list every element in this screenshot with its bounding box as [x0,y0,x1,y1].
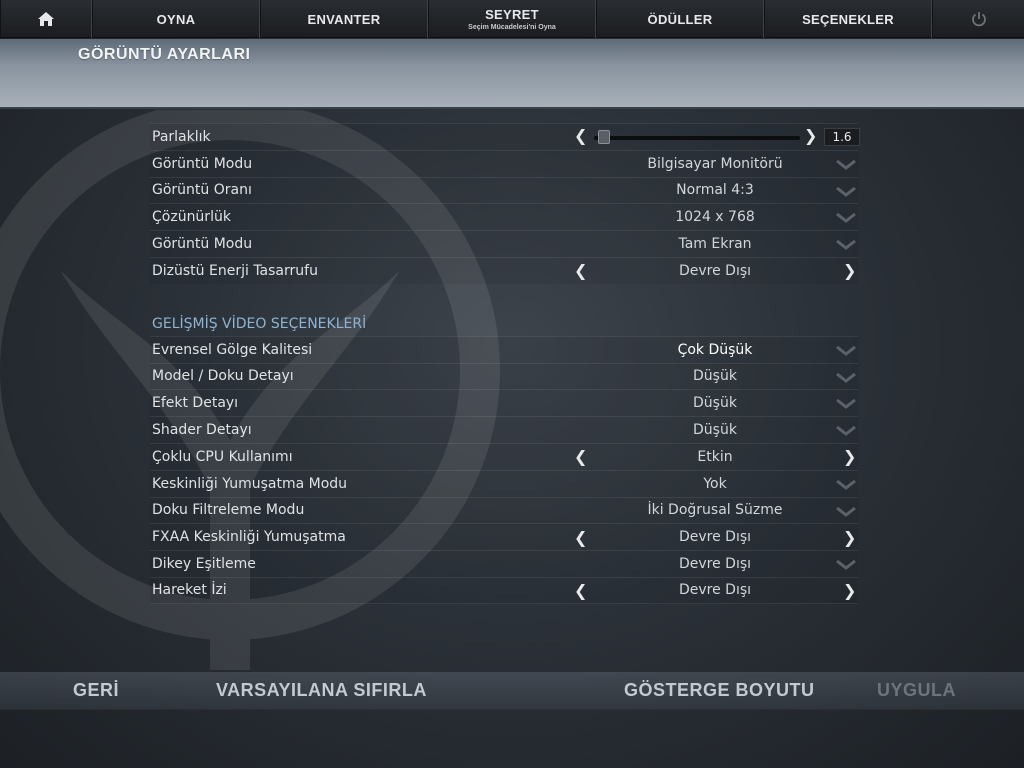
setting-vsync[interactable]: Dikey Eşitleme Devre Dışı [150,550,858,577]
slider-track[interactable] [594,136,800,140]
setting-label: Hareket İzi [152,582,227,599]
advanced-section-heading: GELİŞMİŞ VİDEO SEÇENEKLERİ [152,315,367,332]
apply-button[interactable]: UYGULA [877,680,956,701]
setting-value: 1024 x 768 [675,209,755,226]
chevron-down-icon[interactable] [836,186,856,197]
setting-label: Görüntü Modu [152,155,253,172]
nav-inventory[interactable]: ENVANTER [260,0,428,38]
page-title: GÖRÜNTÜ AYARLARI [78,46,251,63]
chevron-left-icon[interactable]: ❮ [574,126,587,145]
setting-shader-detail[interactable]: Shader Detayı Düşük [150,416,858,443]
setting-antialiasing-mode[interactable]: Keskinliği Yumuşatma Modu Yok [150,469,858,497]
setting-value: Düşük [693,422,737,439]
setting-laptop-power[interactable]: Dizüstü Enerji Tasarrufu ❮ Devre Dışı ❯ [150,256,858,284]
setting-label: Shader Detayı [152,422,252,439]
setting-shadow-quality[interactable]: Evrensel Gölge Kalitesi Çok Düşük [150,335,858,363]
chevron-right-icon[interactable]: ❯ [804,126,817,145]
setting-value: İki Doğrusal Süzme [647,502,783,519]
setting-brightness: Parlaklık ❮ ❯ 1.6 [150,123,860,150]
back-button[interactable]: GERİ [73,680,119,701]
setting-display-mode[interactable]: Görüntü Modu Bilgisayar Monitörü [150,149,858,177]
setting-value: Düşük [693,395,737,412]
setting-label: Keskinliği Yumuşatma Modu [152,475,348,492]
setting-multicore-rendering[interactable]: Çoklu CPU Kullanımı ❮ Etkin ❯ [150,442,858,470]
setting-label: Evrensel Gölge Kalitesi [152,341,313,358]
nav-watch-sublabel: Seçim Mücadelesi'ni Oyna [468,24,556,31]
setting-value: Yok [703,475,727,492]
setting-motion-blur[interactable]: Hareket İzi ❮ Devre Dışı ❯ [150,576,858,604]
setting-fxaa[interactable]: FXAA Keskinliği Yumuşatma ❮ Devre Dışı ❯ [150,523,858,551]
setting-value: Tam Ekran [678,236,752,253]
chevron-left-icon[interactable]: ❮ [574,447,587,466]
setting-label: Doku Filtreleme Modu [152,502,305,519]
reset-defaults-button[interactable]: VARSAYILANA SIFIRLA [216,680,427,701]
nav-options-label: SEÇENEKLER [802,11,894,27]
setting-value: Bilgisayar Monitörü [647,155,783,172]
home-icon [37,11,55,27]
setting-label: Görüntü Oranı [152,182,252,199]
setting-label: Dikey Eşitleme [152,556,256,573]
chevron-down-icon[interactable] [836,240,856,251]
setting-label: FXAA Keskinliği Yumuşatma [152,529,346,546]
setting-model-texture-detail[interactable]: Model / Doku Detayı Düşük [150,362,858,390]
chevron-down-icon[interactable] [836,506,856,517]
chevron-down-icon[interactable] [836,213,856,224]
setting-value: Etkin [697,448,733,465]
slider-thumb[interactable] [597,130,610,144]
chevron-left-icon[interactable]: ❮ [574,581,587,600]
bottom-action-bar: GERİ VARSAYILANA SIFIRLA GÖSTERGE BOYUTU… [0,672,1024,710]
setting-value: Devre Dışı [678,529,752,546]
chevron-down-icon[interactable] [836,560,856,571]
nav-inventory-label: ENVANTER [307,11,381,27]
nav-watch[interactable]: SEYRET Seçim Mücadelesi'ni Oyna [428,0,596,38]
nav-rewards-label: ÖDÜLLER [647,11,713,27]
setting-value: Normal 4:3 [676,182,754,199]
display-settings: Parlaklık ❮ ❯ 1.6 Görüntü Modu Bilgisaya… [150,123,860,604]
setting-label: Görüntü Modu [152,236,253,253]
chevron-right-icon[interactable]: ❯ [843,528,856,547]
chevron-left-icon[interactable]: ❮ [574,528,587,547]
setting-value: Devre Dışı [678,582,752,599]
setting-resolution[interactable]: Çözünürlük 1024 x 768 [150,203,858,231]
hud-size-button[interactable]: GÖSTERGE BOYUTU [624,680,815,701]
setting-label: Dizüstü Enerji Tasarrufu [152,262,318,279]
brightness-slider[interactable]: ❮ ❯ 1.6 [574,124,860,150]
setting-value: Çok Düşük [677,341,753,358]
chevron-down-icon[interactable] [836,372,856,383]
setting-window-mode[interactable]: Görüntü Modu Tam Ekran [150,230,858,257]
home-button[interactable] [0,0,92,38]
power-button[interactable] [932,0,1024,38]
chevron-right-icon[interactable]: ❯ [843,447,856,466]
setting-texture-filtering[interactable]: Doku Filtreleme Modu İki Doğrusal Süzme [150,496,858,524]
nav-watch-label: SEYRET [485,7,539,22]
chevron-right-icon[interactable]: ❯ [843,581,856,600]
setting-value: Devre Dışı [678,556,752,573]
setting-label: Efekt Detayı [152,395,239,412]
setting-label: Çözünürlük [152,209,231,226]
chevron-right-icon[interactable]: ❯ [843,261,856,280]
setting-label: Çoklu CPU Kullanımı [152,448,293,465]
setting-aspect-ratio[interactable]: Görüntü Oranı Normal 4:3 [150,176,858,204]
chevron-down-icon[interactable] [836,159,856,170]
setting-effect-detail[interactable]: Efekt Detayı Düşük [150,389,858,417]
setting-value: Düşük [693,368,737,385]
chevron-down-icon[interactable] [836,479,856,490]
chevron-down-icon[interactable] [836,345,856,356]
setting-label: Model / Doku Detayı [152,368,294,385]
power-icon [970,10,988,28]
nav-play[interactable]: OYNA [92,0,260,38]
chevron-down-icon[interactable] [836,426,856,437]
nav-rewards[interactable]: ÖDÜLLER [596,0,764,38]
brightness-value[interactable]: 1.6 [824,128,860,146]
setting-value: Devre Dışı [678,262,752,279]
top-navigation: OYNA ENVANTER SEYRET Seçim Mücadelesi'ni… [0,0,1024,38]
nav-play-label: OYNA [156,11,196,27]
nav-options[interactable]: SEÇENEKLER [764,0,932,38]
chevron-down-icon[interactable] [836,399,856,410]
chevron-left-icon[interactable]: ❮ [574,261,587,280]
brightness-label: Parlaklık [152,128,211,145]
